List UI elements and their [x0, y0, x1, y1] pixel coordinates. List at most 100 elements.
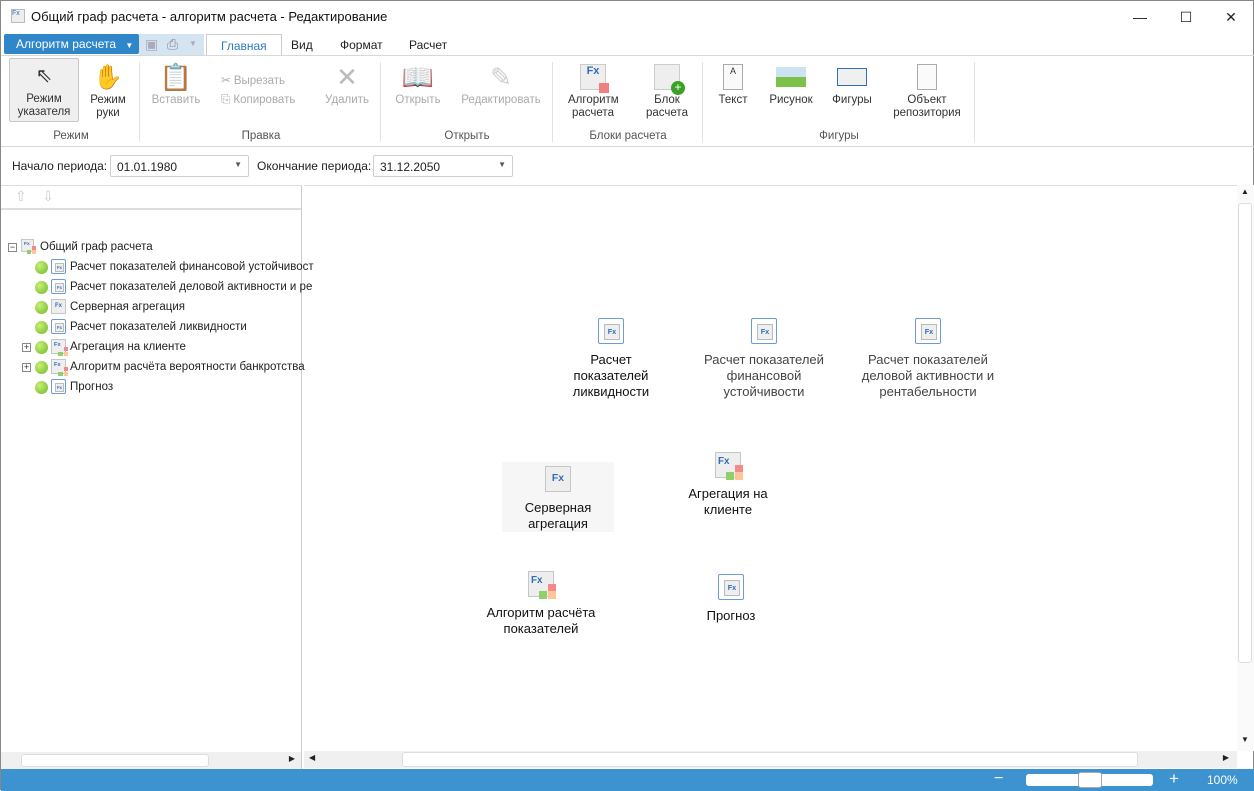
- node-label: Алгоритм расчёта показателей: [486, 605, 596, 636]
- hand-mode-button[interactable]: ✋ Режим руки: [83, 60, 133, 120]
- node-label: Расчет показателей ликвидности: [572, 352, 650, 399]
- tree-item[interactable]: Fx Расчет показателей деловой активности …: [35, 277, 312, 297]
- tree-item-label: Прогноз: [70, 381, 114, 393]
- tree-horizontal-scrollbar[interactable]: ▶: [1, 752, 301, 769]
- end-period-label: Окончание периода:: [257, 159, 372, 173]
- tab-calc[interactable]: Расчет: [395, 34, 461, 56]
- paste-button[interactable]: 📋 Вставить: [146, 60, 206, 107]
- document-icon: [887, 60, 967, 94]
- move-up-icon[interactable]: ⇧: [15, 188, 27, 204]
- loop-fx-icon: Fx: [51, 319, 67, 335]
- label: Режим указателя: [17, 93, 71, 118]
- edit-button[interactable]: ✎ Редактировать: [456, 60, 546, 107]
- canvas-vertical-scrollbar[interactable]: ▲ ▼: [1237, 185, 1254, 751]
- app-menu-button[interactable]: Алгоритм расчета ▼: [4, 34, 139, 54]
- expand-icon[interactable]: +: [22, 362, 31, 372]
- text-doc-icon: A: [711, 60, 755, 94]
- tree-item[interactable]: + Fx Алгоритм расчёта вероятности банкротс…: [22, 357, 305, 377]
- scroll-left-icon[interactable]: ◀: [309, 753, 315, 762]
- expand-icon[interactable]: +: [22, 342, 31, 352]
- calc-block-node[interactable]: Fx Расчет показателей ликвидности: [556, 318, 666, 400]
- status-ok-icon: [35, 260, 48, 274]
- status-ok-icon: [35, 300, 48, 314]
- chevron-down-icon[interactable]: ▼: [189, 39, 197, 48]
- label: Блок расчета: [646, 94, 688, 119]
- app-menu-label: Алгоритм расчета: [16, 37, 117, 51]
- maximize-button[interactable]: ☐: [1163, 1, 1209, 33]
- end-period-combo[interactable]: 31.12.2050 ▼: [373, 155, 513, 177]
- tree-item[interactable]: + Fx Агрегация на клиенте: [22, 337, 186, 357]
- tab-view[interactable]: Вид: [277, 34, 327, 56]
- scroll-right-icon[interactable]: ▶: [1223, 753, 1229, 762]
- copy-icon: ⎘: [221, 94, 231, 106]
- scissors-icon: ✂: [221, 75, 231, 87]
- tree-root[interactable]: − Fx Общий граф расчета: [8, 237, 153, 257]
- label: Фигуры: [832, 94, 872, 106]
- calc-block-node[interactable]: Fx Алгоритм расчёта показателей: [476, 571, 606, 637]
- calc-block-node[interactable]: Fx Агрегация на клиенте: [673, 452, 783, 518]
- tree-item-label: Серверная агрегация: [70, 301, 185, 313]
- label: Копировать: [233, 94, 296, 106]
- status-ok-icon: [35, 380, 48, 394]
- delete-button[interactable]: ✕ Удалить: [321, 60, 373, 107]
- calc-block-node[interactable]: Fx Расчет показателей деловой активности …: [858, 318, 998, 400]
- picture-button[interactable]: Рисунок: [765, 60, 817, 107]
- calc-block-node[interactable]: Fx Прогноз: [681, 574, 781, 624]
- print-icon[interactable]: ⎙: [167, 36, 178, 53]
- canvas-horizontal-scrollbar[interactable]: ◀ ▶: [304, 751, 1237, 768]
- calc-block-button[interactable]: + Блок расчета: [635, 60, 699, 120]
- collapse-icon[interactable]: −: [8, 242, 17, 252]
- fx-icon: Fx: [51, 299, 67, 315]
- tree-item[interactable]: Fx Расчет показателей финансовой устойчив…: [35, 257, 314, 277]
- status-ok-icon: [35, 340, 48, 354]
- scroll-right-icon[interactable]: ▶: [289, 754, 295, 763]
- scroll-up-icon[interactable]: ▲: [1241, 187, 1249, 196]
- tree-item[interactable]: Fx Расчет показателей ликвидности: [35, 317, 247, 337]
- node-label: Агрегация на клиенте: [688, 486, 768, 517]
- add-block-icon: +: [635, 60, 699, 95]
- quick-access-toolbar: ▣ ⎙ ▼: [139, 34, 204, 55]
- zoom-slider-thumb[interactable]: [1077, 772, 1102, 788]
- shape-rectangle-icon: [827, 60, 877, 94]
- close-button[interactable]: ✕: [1208, 1, 1254, 33]
- fx-multi-icon: Fx: [561, 60, 625, 94]
- tab-home[interactable]: Главная: [206, 34, 282, 56]
- label: Объект репозитория: [893, 94, 961, 119]
- graph-canvas[interactable]: Fx Расчет показателей ликвидности Fx Расчет…: [304, 185, 1237, 751]
- value: 31.12.2050: [380, 160, 441, 174]
- tree-item-label: Агрегация на клиенте: [70, 341, 186, 353]
- tree-panel: ⇧ ⇩ − Fx Общий граф расчета Fx Расчет показа…: [1, 185, 314, 769]
- figures-button[interactable]: Фигуры: [827, 60, 877, 107]
- cut-button[interactable]: ✂ Вырезать: [221, 73, 285, 87]
- algorithm-button[interactable]: Fx Алгоритм расчета: [561, 60, 625, 120]
- zoom-in-button[interactable]: +: [1169, 769, 1179, 789]
- start-period-combo[interactable]: 01.01.1980 ▼: [110, 155, 249, 177]
- repository-object-button[interactable]: Объект репозитория: [887, 60, 967, 120]
- tree-item[interactable]: Fx Серверная агрегация: [35, 297, 185, 317]
- calc-block-node[interactable]: Fx Серверная агрегация: [502, 462, 614, 532]
- zoom-out-button[interactable]: −: [994, 770, 1003, 788]
- pointer-mode-button[interactable]: ⇖ Режим указателя: [9, 58, 79, 122]
- clipboard-icon: 📋: [159, 61, 193, 92]
- status-bar: − + 100%: [1, 769, 1254, 791]
- group-edit: Правка: [241, 130, 281, 142]
- copy-button[interactable]: ⎘ Копировать: [221, 94, 295, 107]
- save-icon[interactable]: ▣: [145, 36, 158, 53]
- label: Удалить: [325, 94, 369, 106]
- label: Открыть: [395, 94, 441, 106]
- zoom-slider[interactable]: [1026, 772, 1153, 788]
- chevron-down-icon: ▼: [234, 160, 242, 169]
- zoom-level: 100%: [1207, 773, 1238, 787]
- tab-format[interactable]: Формат: [326, 34, 397, 56]
- open-button[interactable]: 📖 Открыть: [389, 60, 447, 107]
- minimize-button[interactable]: —: [1117, 1, 1163, 33]
- node-label: Расчет показателей деловой активности и …: [861, 352, 995, 399]
- delete-x-icon: ✕: [336, 61, 358, 92]
- status-ok-icon: [35, 280, 48, 294]
- tree-item[interactable]: Fx Прогноз: [35, 377, 113, 397]
- status-ok-icon: [35, 320, 48, 334]
- move-down-icon[interactable]: ⇩: [42, 188, 54, 204]
- scroll-down-icon[interactable]: ▼: [1241, 735, 1249, 744]
- calc-block-node[interactable]: Fx Расчет показателей финансовой устойчив…: [699, 318, 829, 400]
- text-button[interactable]: A Текст: [711, 60, 755, 107]
